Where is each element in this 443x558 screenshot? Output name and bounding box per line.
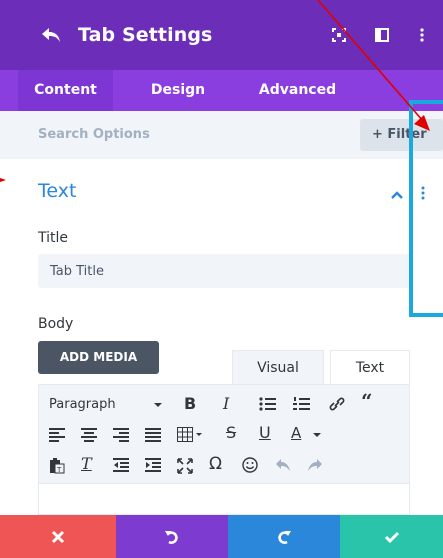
- annotation-arrow-left: [0, 178, 6, 182]
- annotation-arrows: [0, 0, 430, 182]
- annotation-arrow-line: [317, 0, 424, 122]
- annotation-arrowhead: [414, 115, 430, 131]
